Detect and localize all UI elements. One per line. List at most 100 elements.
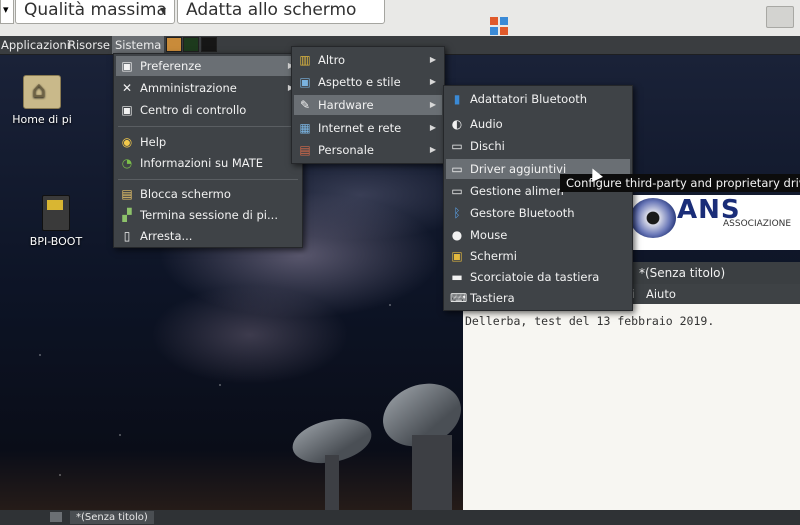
chevron-right-icon: ▶ <box>429 123 436 132</box>
menu-item-label: Tastiera <box>470 291 515 305</box>
menu-item-adattatori-bluetooth[interactable]: ▮ Adattatori Bluetooth <box>446 89 630 109</box>
preferences-icon: ▣ <box>121 59 133 73</box>
power-icon: ▭ <box>451 184 463 198</box>
system-monitor-icon[interactable] <box>183 37 199 52</box>
menu-item-label: Help <box>140 135 167 149</box>
menu-item-preferenze[interactable]: ▣ Preferenze ▶ <box>116 56 300 76</box>
editor-menu-aiuto[interactable]: Aiuto <box>646 284 676 304</box>
appearance-icon: ▣ <box>299 75 311 89</box>
quality-value: Qualità massima <box>24 0 167 20</box>
display-icon: ▣ <box>451 249 463 263</box>
menu-applicazioni[interactable]: Applicazioni <box>0 36 73 54</box>
mate-icon: ◔ <box>121 156 133 170</box>
menu-item-termina-sessione[interactable]: ▞ Termina sessione di pi... <box>116 205 300 225</box>
sistema-menu: ▣ Preferenze ▶ ✕ Amministrazione ▶ ▣ Cen… <box>113 53 303 248</box>
menu-item-label: Amministrazione <box>140 81 237 95</box>
viewer-action-button[interactable] <box>766 6 794 28</box>
menu-item-help[interactable]: ◉ Help <box>116 132 300 152</box>
keyboard-icon: ⌨ <box>450 291 468 305</box>
menu-item-label: Internet e rete <box>318 121 402 135</box>
menu-item-schermi[interactable]: ▣ Schermi <box>446 246 630 266</box>
audio-icon: ◐ <box>451 117 463 131</box>
tools-icon: ✕ <box>121 81 133 95</box>
menu-item-amministrazione[interactable]: ✕ Amministrazione ▶ <box>116 78 300 98</box>
lock-screen-icon: ▤ <box>121 187 133 201</box>
menu-separator <box>118 179 298 180</box>
menu-item-label: Arresta... <box>140 229 193 243</box>
bottom-panel: *(Senza titolo) <box>0 510 800 525</box>
logo-subtitle: ASSOCIAZIONE <box>723 219 792 229</box>
menu-item-blocca-schermo[interactable]: ▤ Blocca schermo <box>116 184 300 204</box>
menu-item-label: Informazioni su MATE <box>140 156 264 170</box>
menu-item-label: Termina sessione di pi... <box>140 208 278 222</box>
editor-text-area[interactable]: Dellerba, test del 13 febbraio 2019. <box>463 304 800 520</box>
desktop-icon-home[interactable]: Home di pi <box>10 75 74 126</box>
quality-dropdown[interactable]: Qualità massima ▾ <box>15 0 175 24</box>
drive-icon <box>42 195 70 231</box>
menu-item-label: Aspetto e stile <box>318 75 401 89</box>
other-icon: ▥ <box>299 53 311 67</box>
driver-icon: ▭ <box>451 162 463 176</box>
menu-item-label: Schermi <box>470 249 517 263</box>
menu-item-tastiera[interactable]: ⌨ Tastiera <box>446 288 630 308</box>
desktop-icon-label: BPI-BOOT <box>29 235 83 248</box>
menu-separator <box>118 126 298 127</box>
network-icon: ▦ <box>299 121 311 135</box>
menu-item-label: Centro di controllo <box>140 103 247 117</box>
personal-icon: ▤ <box>299 143 311 157</box>
menu-item-label: Scorciatoie da tastiera <box>470 270 600 284</box>
bluetooth-icon: ▮ <box>453 92 461 106</box>
menu-item-label: Hardware <box>318 98 374 112</box>
editor-title: *(Senza titolo) <box>639 266 726 280</box>
menu-item-altro[interactable]: ▥ Altro ▶ <box>294 50 442 70</box>
menu-item-label: Adattatori Bluetooth <box>470 92 588 106</box>
menu-item-internet-e-rete[interactable]: ▦ Internet e rete ▶ <box>294 118 442 138</box>
menu-item-label: Blocca schermo <box>140 187 231 201</box>
menu-item-scorciatoie-da-tastiera[interactable]: ▬ Scorciatoie da tastiera <box>446 267 630 287</box>
menu-item-hardware[interactable]: ✎ Hardware ▶ <box>294 95 442 115</box>
scale-value: Adatta allo schermo <box>186 0 357 20</box>
editor-text: Dellerba, test del 13 febbraio 2019. <box>465 314 715 328</box>
help-icon: ◉ <box>121 135 133 149</box>
hardware-icon: ✎ <box>299 98 311 112</box>
desktop-icon-label: Home di pi <box>12 113 72 126</box>
chevron-right-icon: ▶ <box>429 145 436 154</box>
menu-item-informazioni-su-mate[interactable]: ◔ Informazioni su MATE <box>116 153 300 173</box>
file-manager-icon[interactable] <box>166 37 182 52</box>
control-center-icon: ▣ <box>121 103 133 117</box>
viewer-toolbar: ▾ Qualità massima ▾ Adatta allo schermo <box>0 0 800 37</box>
menu-item-personale[interactable]: ▤ Personale ▶ <box>294 140 442 160</box>
wallpaper-logo: ANS ASSOCIAZIONE <box>625 195 800 250</box>
menu-item-label: Preferenze <box>140 59 202 73</box>
shortcut-icon: ▬ <box>451 270 463 284</box>
chevron-down-icon: ▾ <box>159 3 166 17</box>
menu-item-label: Altro <box>318 53 346 67</box>
menu-item-mouse[interactable]: ● Mouse <box>446 225 630 245</box>
terminal-icon[interactable] <box>201 37 217 52</box>
menu-item-label: Gestore Bluetooth <box>470 206 575 220</box>
bluetooth-manager-icon: ᛒ <box>453 206 461 220</box>
menu-item-label: Mouse <box>470 228 508 242</box>
preferenze-menu: ▥ Altro ▶ ▣ Aspetto e stile ▶ ✎ Hardware… <box>291 46 445 164</box>
logo-eye-icon <box>630 198 676 238</box>
menu-item-audio[interactable]: ◐ Audio <box>446 114 630 134</box>
desktop-icon-bpi-boot[interactable]: BPI-BOOT <box>24 195 88 248</box>
viewer-menu-dropdown[interactable]: ▾ <box>0 0 14 24</box>
menu-risorse[interactable]: Risorse <box>65 36 113 54</box>
menu-item-aspetto-e-stile[interactable]: ▣ Aspetto e stile ▶ <box>294 72 442 92</box>
menu-item-dischi[interactable]: ▭ Dischi <box>446 136 630 156</box>
disk-icon: ▭ <box>451 139 463 153</box>
menu-item-centro-di-controllo[interactable]: ▣ Centro di controllo <box>116 100 300 120</box>
taskbar-button[interactable]: *(Senza titolo) <box>70 511 154 524</box>
home-folder-icon <box>23 75 61 109</box>
show-desktop-icon[interactable] <box>50 512 62 522</box>
scale-dropdown[interactable]: Adatta allo schermo <box>177 0 385 24</box>
menu-item-label: Personale <box>318 143 374 157</box>
menu-item-gestore-bluetooth[interactable]: ᛒ Gestore Bluetooth <box>446 203 630 223</box>
chevron-right-icon: ▶ <box>429 100 436 109</box>
menu-sistema[interactable]: Sistema <box>112 36 165 54</box>
menu-item-arresta[interactable]: ▯ Arresta... <box>116 226 300 246</box>
hardware-menu: ▮ Adattatori Bluetooth ◐ Audio ▭ Dischi … <box>443 85 633 311</box>
grid-icon[interactable] <box>490 17 508 35</box>
chevron-right-icon: ▶ <box>429 77 436 86</box>
